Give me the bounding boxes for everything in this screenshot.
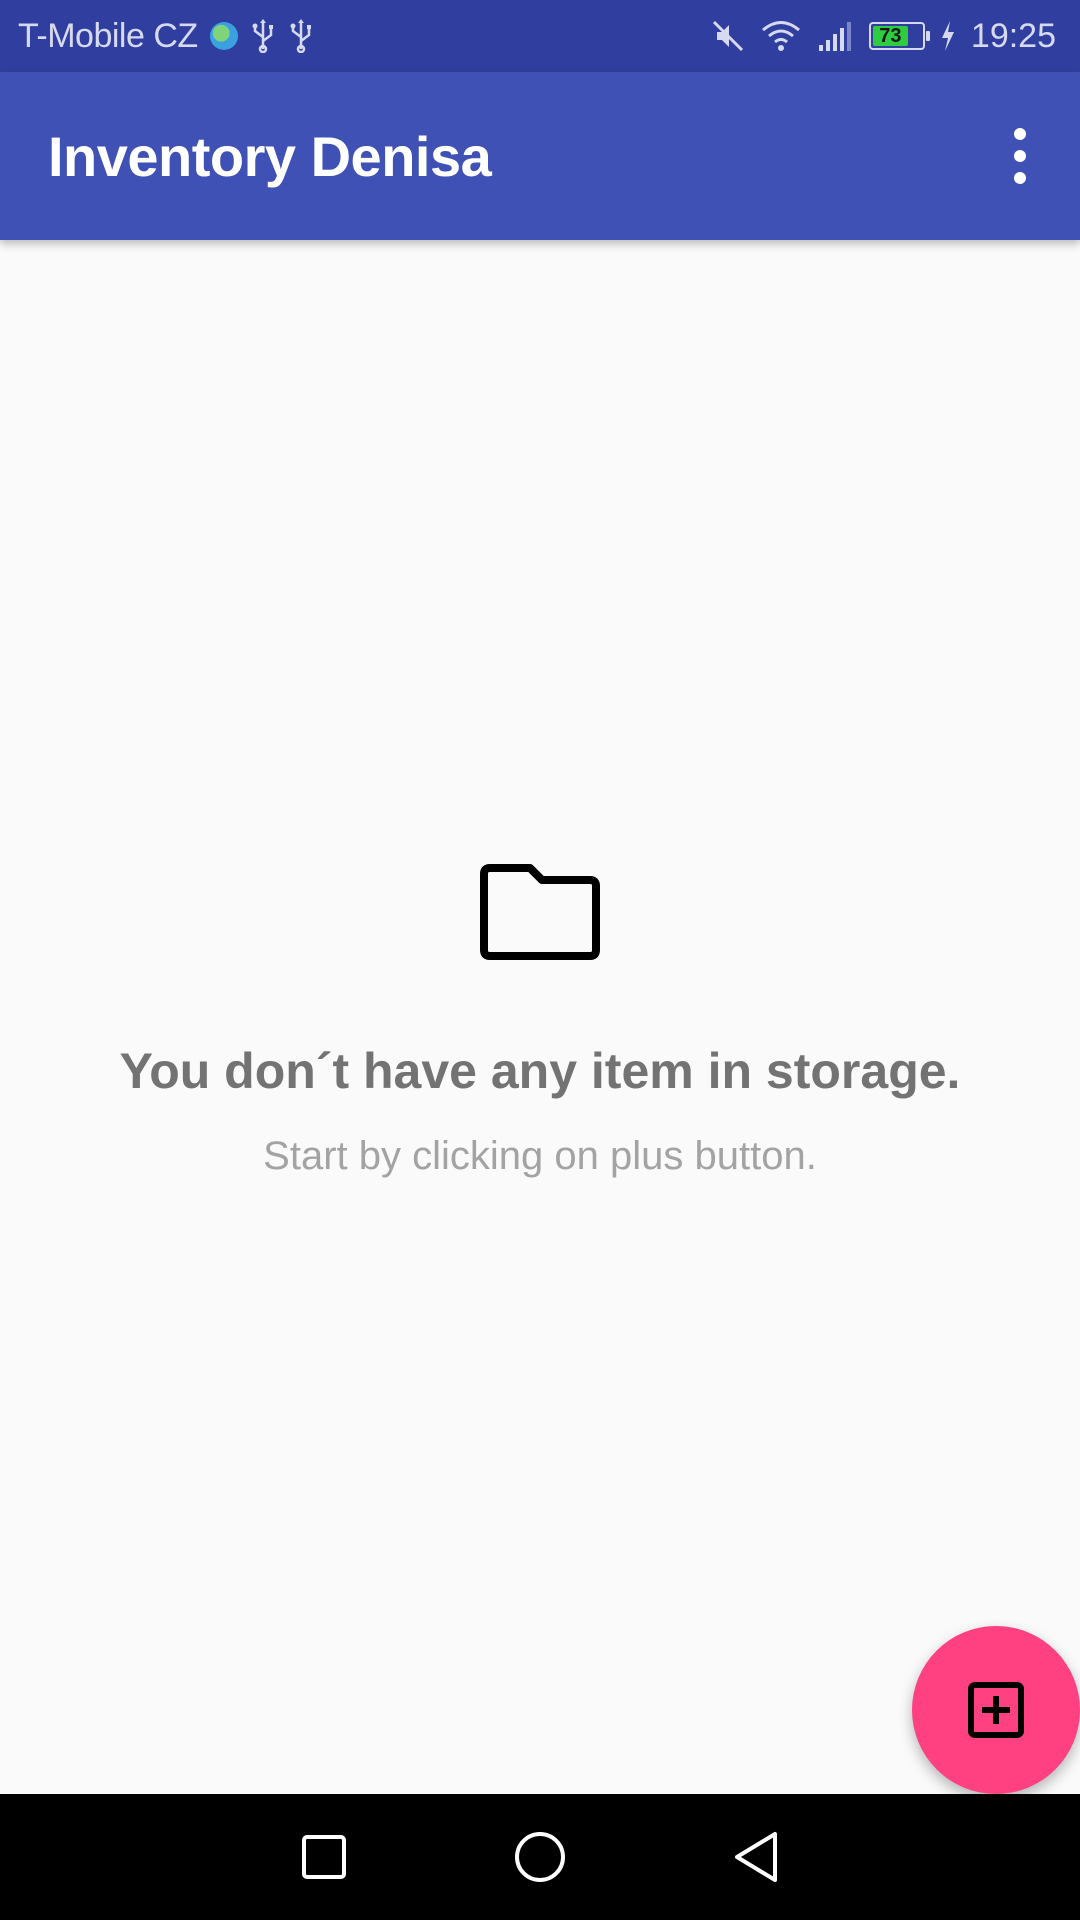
signal-icon: [818, 22, 851, 51]
usb-icon: [252, 19, 273, 53]
more-vert-icon[interactable]: [992, 116, 1048, 196]
empty-state: You don´t have any item in storage. Star…: [0, 860, 1080, 1179]
battery-level: 73: [872, 25, 908, 47]
back-button[interactable]: [724, 1825, 788, 1889]
battery-icon: 73: [868, 22, 930, 50]
globe-icon: [209, 22, 238, 50]
add-box-icon: [968, 1682, 1024, 1738]
app-bar: Inventory Denisa: [0, 72, 1080, 240]
home-icon: [515, 1832, 565, 1882]
menu-dot: [1014, 128, 1026, 140]
usb-icon: [290, 19, 311, 53]
charging-icon: [941, 21, 954, 51]
folder-icon: [480, 864, 600, 960]
clock: 19:25: [970, 16, 1056, 55]
mute-icon: [712, 20, 743, 52]
menu-dot: [1014, 150, 1026, 162]
recents-icon: [302, 1835, 346, 1879]
recents-button[interactable]: [292, 1825, 356, 1889]
app-title: Inventory Denisa: [48, 124, 492, 188]
add-item-button[interactable]: [912, 1626, 1080, 1794]
status-bar: T-Mobile CZ 73 19:25: [0, 0, 1080, 72]
empty-state-title: You don´t have any item in storage.: [119, 1043, 961, 1099]
navigation-bar: [0, 1794, 1080, 1920]
wifi-icon: [761, 21, 800, 51]
carrier-name: T-Mobile CZ: [18, 16, 198, 55]
status-right: 73 19:25: [711, 17, 1056, 56]
back-icon: [735, 1832, 777, 1882]
empty-state-subtitle: Start by clicking on plus button.: [263, 1134, 817, 1178]
status-left: T-Mobile CZ: [18, 17, 314, 56]
menu-dot: [1014, 172, 1026, 184]
home-button[interactable]: [508, 1825, 572, 1889]
